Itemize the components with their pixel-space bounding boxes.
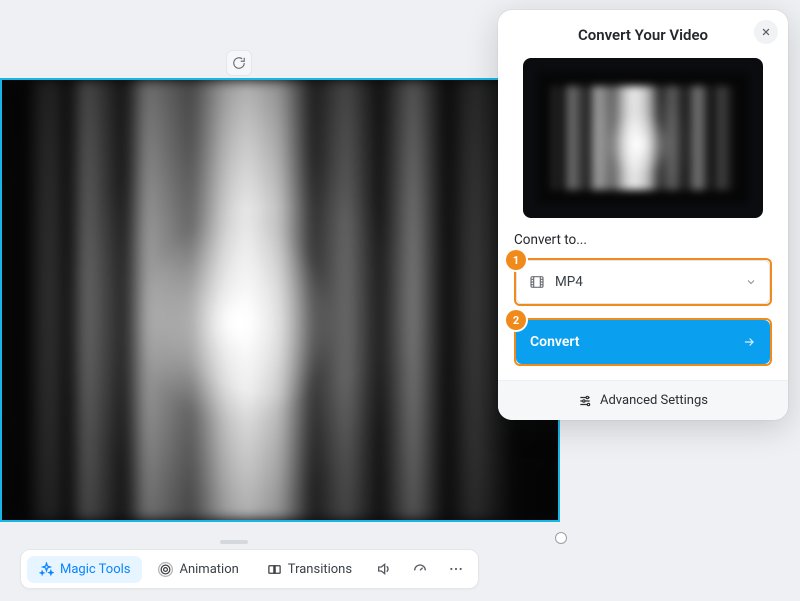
toolbar-volume[interactable] — [368, 553, 400, 585]
advanced-settings-label: Advanced Settings — [600, 393, 708, 408]
toolbar-animation-label: Animation — [179, 562, 238, 577]
dialog-body: Convert to... 1 MP4 2 Convert — [498, 232, 788, 366]
dialog-thumbnail-wrap — [498, 52, 788, 232]
toolbar-magic-tools-label: Magic Tools — [60, 562, 130, 577]
speedometer-icon — [412, 561, 428, 577]
toolbar-magic-tools[interactable]: Magic Tools — [27, 556, 142, 583]
crop-rotate-button[interactable] — [226, 50, 252, 76]
close-icon — [761, 27, 771, 37]
more-icon — [448, 561, 464, 577]
sparkle-icon — [39, 562, 54, 577]
film-icon — [529, 274, 545, 290]
format-selected-value: MP4 — [555, 274, 583, 290]
animation-icon — [158, 562, 173, 577]
toolbar-more[interactable] — [440, 553, 472, 585]
step-2-highlight: 2 Convert — [514, 318, 772, 366]
toolbar-transitions-label: Transitions — [288, 562, 352, 577]
convert-dialog: Convert Your Video Convert to... 1 MP4 — [498, 10, 788, 420]
bottom-toolbar: Magic Tools Animation Transitions — [20, 549, 479, 589]
volume-icon — [376, 561, 392, 577]
toolbar-transitions[interactable]: Transitions — [255, 556, 364, 583]
rotate-icon — [232, 56, 246, 70]
step-1-highlight: 1 MP4 — [514, 258, 772, 306]
toolbar-animation[interactable]: Animation — [146, 556, 250, 583]
transitions-icon — [267, 562, 282, 577]
thumbnail-content — [537, 72, 749, 204]
advanced-settings-button[interactable]: Advanced Settings — [578, 393, 708, 408]
convert-button-label: Convert — [530, 334, 579, 350]
video-preview[interactable] — [0, 78, 560, 522]
arrow-right-icon — [742, 335, 756, 349]
dialog-header: Convert Your Video — [498, 10, 788, 52]
video-vignette — [2, 80, 558, 520]
toolbar-speed[interactable] — [404, 553, 436, 585]
convert-button[interactable]: Convert — [516, 320, 770, 364]
dialog-thumbnail — [523, 58, 763, 218]
chevron-down-icon — [745, 276, 757, 288]
sliders-icon — [578, 394, 592, 408]
dialog-title: Convert Your Video — [514, 26, 772, 44]
convert-to-label: Convert to... — [514, 232, 772, 248]
timeline-scrubber-handle[interactable] — [220, 540, 248, 544]
dialog-footer: Advanced Settings — [498, 380, 788, 420]
format-select[interactable]: MP4 — [516, 260, 770, 304]
dialog-close-button[interactable] — [754, 20, 778, 44]
resize-handle[interactable] — [555, 532, 567, 544]
